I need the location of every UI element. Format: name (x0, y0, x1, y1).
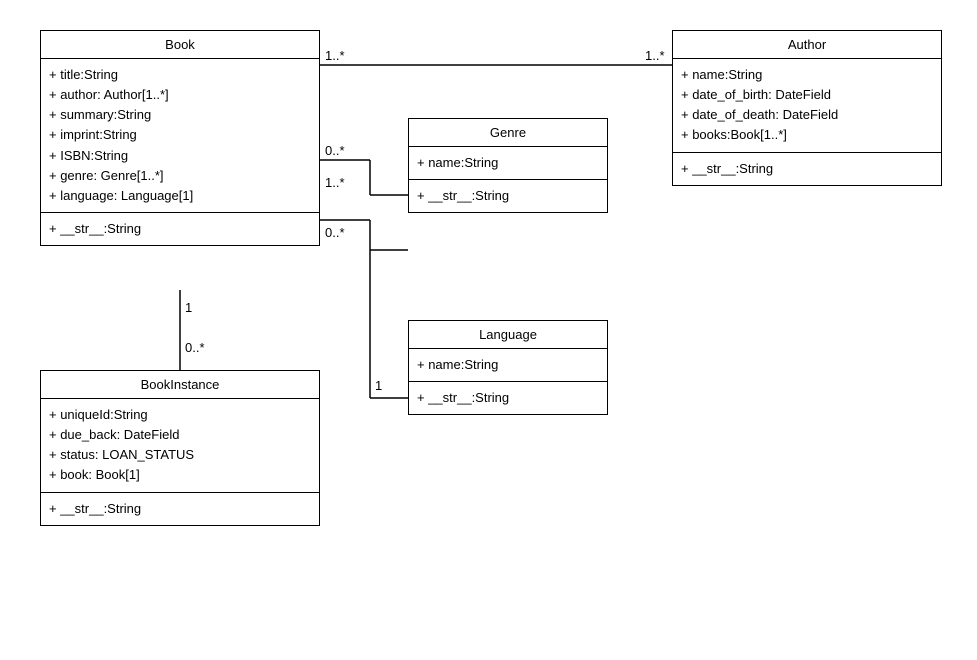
label-book-genre-left: 0..* (325, 143, 345, 158)
author-class-title: Author (673, 31, 941, 59)
language-method-1: + __str__:String (417, 388, 599, 408)
author-attr-4: + books:Book[1..*] (681, 125, 933, 145)
genre-class-attributes: + name:String (409, 147, 607, 180)
label-bookinstance-book-bottom: 0..* (185, 340, 205, 355)
book-attr-1: + title:String (49, 65, 311, 85)
genre-method-1: + __str__:String (417, 186, 599, 206)
book-method-1: + __str__:String (49, 219, 311, 239)
book-attr-7: + language: Language[1] (49, 186, 311, 206)
bookinstance-attr-1: + uniqueId:String (49, 405, 311, 425)
author-class-methods: + __str__:String (673, 153, 941, 185)
bookinstance-method-1: + __str__:String (49, 499, 311, 519)
label-book-genre-right: 1..* (325, 175, 345, 190)
language-attr-1: + name:String (417, 355, 599, 375)
book-attr-5: + ISBN:String (49, 146, 311, 166)
language-class-title: Language (409, 321, 607, 349)
language-class-methods: + __str__:String (409, 382, 607, 414)
author-class-attributes: + name:String + date_of_birth: DateField… (673, 59, 941, 153)
genre-attr-1: + name:String (417, 153, 599, 173)
author-attr-2: + date_of_birth: DateField (681, 85, 933, 105)
bookinstance-class-methods: + __str__:String (41, 493, 319, 525)
genre-class-methods: + __str__:String (409, 180, 607, 212)
genre-class: Genre + name:String + __str__:String (408, 118, 608, 213)
label-book-genre-bottom: 0..* (325, 225, 345, 240)
language-class-attributes: + name:String (409, 349, 607, 382)
bookinstance-class-attributes: + uniqueId:String + due_back: DateField … (41, 399, 319, 493)
genre-class-title: Genre (409, 119, 607, 147)
bookinstance-class-title: BookInstance (41, 371, 319, 399)
bookinstance-class: BookInstance + uniqueId:String + due_bac… (40, 370, 320, 526)
book-attr-2: + author: Author[1..*] (49, 85, 311, 105)
label-bookinstance-book-top: 1 (185, 300, 192, 315)
language-class: Language + name:String + __str__:String (408, 320, 608, 415)
bookinstance-attr-4: + book: Book[1] (49, 465, 311, 485)
book-class-title: Book (41, 31, 319, 59)
uml-diagram: 1..* 1..* 0..* 1..* 0..* 1 0..* 1 Book +… (0, 0, 977, 660)
bookinstance-attr-3: + status: LOAN_STATUS (49, 445, 311, 465)
book-class-attributes: + title:String + author: Author[1..*] + … (41, 59, 319, 213)
book-attr-4: + imprint:String (49, 125, 311, 145)
author-attr-1: + name:String (681, 65, 933, 85)
book-class-methods: + __str__:String (41, 213, 319, 245)
author-class: Author + name:String + date_of_birth: Da… (672, 30, 942, 186)
author-method-1: + __str__:String (681, 159, 933, 179)
bookinstance-attr-2: + due_back: DateField (49, 425, 311, 445)
author-attr-3: + date_of_death: DateField (681, 105, 933, 125)
label-book-author-right: 1..* (645, 48, 665, 63)
book-attr-3: + summary:String (49, 105, 311, 125)
book-class: Book + title:String + author: Author[1..… (40, 30, 320, 246)
label-book-author-left: 1..* (325, 48, 345, 63)
book-attr-6: + genre: Genre[1..*] (49, 166, 311, 186)
label-language-mult: 1 (375, 378, 382, 393)
